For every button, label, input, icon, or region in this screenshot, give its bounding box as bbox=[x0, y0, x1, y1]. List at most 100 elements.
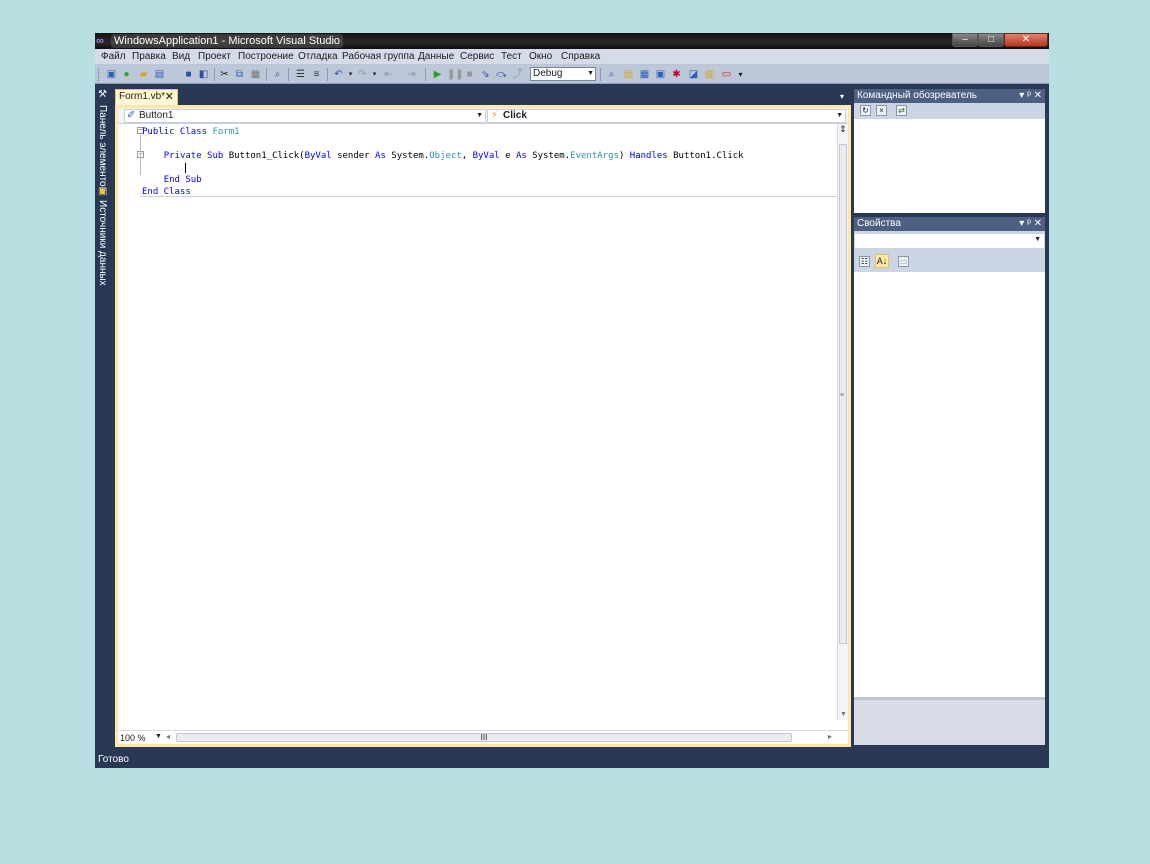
close-tab-icon[interactable]: ✕ bbox=[165, 90, 174, 104]
menu-project[interactable]: Проект bbox=[198, 50, 231, 64]
uncomment-icon[interactable]: ≡ bbox=[310, 68, 323, 81]
break-all-icon[interactable]: ❚❚ bbox=[447, 68, 464, 81]
document-list-dropdown-icon[interactable]: ▾ bbox=[840, 92, 844, 101]
save-icon[interactable]: ■ bbox=[182, 68, 195, 81]
scroll-left-icon[interactable]: ◂ bbox=[166, 732, 170, 741]
class-name-select[interactable]: ✐ Button1 ▼ bbox=[124, 109, 486, 123]
open-file-icon[interactable]: ▰ bbox=[137, 68, 150, 81]
menu-team[interactable]: Рабочая группа bbox=[342, 50, 414, 64]
extension-manager-icon[interactable]: ▭ bbox=[720, 68, 733, 81]
editor-bottom-bar: 100 % ▼ ◂ III ▸ bbox=[118, 730, 848, 744]
menu-data[interactable]: Данные bbox=[418, 50, 454, 64]
code-line-3: Private Sub Button1_Click(ByVal sender A… bbox=[142, 151, 744, 161]
property-pages-icon[interactable]: ▭ bbox=[898, 256, 909, 267]
copy-icon[interactable]: ⧉ bbox=[233, 68, 246, 81]
add-item-icon[interactable]: ● bbox=[120, 68, 133, 81]
panel-controls[interactable]: ▾ ᵖ ✕ bbox=[1019, 217, 1042, 231]
start-debugging-icon[interactable]: ▶ bbox=[431, 68, 444, 81]
solution-explorer-icon[interactable]: ▤ bbox=[622, 68, 635, 81]
solution-configuration-value: Debug bbox=[533, 68, 563, 79]
tab-label: Form1.vb* bbox=[119, 91, 166, 102]
keyword: ByVal bbox=[472, 151, 500, 161]
zoom-dropdown-icon[interactable]: ▼ bbox=[155, 733, 162, 740]
save-all-icon[interactable]: ◧ bbox=[197, 68, 210, 81]
connect-to-server-icon[interactable]: ⇄ bbox=[896, 105, 907, 116]
method-name-select[interactable]: ⚡ Click ▼ bbox=[487, 109, 846, 123]
menu-build[interactable]: Построение bbox=[238, 50, 294, 64]
maximize-button[interactable]: □ bbox=[978, 33, 1004, 47]
toolbar-separator bbox=[425, 68, 426, 81]
toolbar-overflow-icon[interactable]: ▾ bbox=[734, 68, 747, 81]
menu-test[interactable]: Тест bbox=[501, 50, 522, 64]
data-sources-tab[interactable]: Источники данных bbox=[97, 200, 108, 286]
step-out-icon[interactable]: ⤴ bbox=[511, 68, 524, 81]
menu-window[interactable]: Окно bbox=[529, 50, 552, 64]
step-into-icon[interactable]: ⇘ bbox=[479, 68, 492, 81]
menu-edit[interactable]: Правка bbox=[132, 50, 166, 64]
vertical-scrollbar[interactable]: ⇕ ≡ ▼ bbox=[837, 124, 848, 720]
properties-window-icon[interactable]: ▦ bbox=[638, 68, 651, 81]
properties-object-select[interactable]: ▼ bbox=[854, 233, 1045, 249]
chevron-down-icon: ▼ bbox=[1034, 236, 1041, 243]
horizontal-scroll-thumb[interactable]: III bbox=[176, 733, 792, 742]
find-icon[interactable]: ⌕ bbox=[271, 68, 284, 81]
alphabetical-icon[interactable]: A↓ bbox=[875, 254, 889, 268]
minimize-button[interactable]: – bbox=[952, 33, 978, 47]
standard-toolbar: ▣ ● ▰ ▤ ■ ◧ ✂ ⧉ ▦ ⌕ ☰ ≡ ↶ ▾ ↷ ▾ ⇤ ⇥ ▶ ❚❚… bbox=[95, 65, 1049, 84]
command-window-icon[interactable]: ▥ bbox=[703, 68, 716, 81]
find-in-files-icon[interactable]: ⌕ bbox=[605, 68, 618, 81]
menu-view[interactable]: Вид bbox=[172, 50, 190, 64]
tab-form1-vb[interactable]: Form1.vb* ✕ bbox=[115, 89, 178, 105]
object-browser-icon[interactable]: ▣ bbox=[654, 68, 667, 81]
navigate-backward-icon[interactable]: ⇤ bbox=[382, 68, 395, 81]
title-bar: ∞ WindowsApplication1 - Microsoft Visual… bbox=[95, 33, 1049, 49]
scroll-down-icon[interactable]: ▼ bbox=[840, 711, 847, 718]
stop-icon[interactable]: × bbox=[876, 105, 887, 116]
stop-debugging-icon[interactable]: ■ bbox=[463, 68, 476, 81]
properties-grid[interactable] bbox=[854, 272, 1045, 697]
step-over-icon[interactable]: ⤼ bbox=[495, 68, 508, 81]
properties-toolbar: ☷ A↓ ▭ bbox=[854, 252, 1045, 272]
comment-icon[interactable]: ☰ bbox=[294, 68, 307, 81]
visual-studio-logo-icon: ∞ bbox=[96, 35, 104, 47]
identifier: System. bbox=[526, 151, 571, 161]
chevron-down-icon: ▼ bbox=[476, 112, 483, 119]
scroll-right-icon[interactable]: ▸ bbox=[828, 732, 832, 741]
cut-icon[interactable]: ✂ bbox=[218, 68, 231, 81]
code-text[interactable]: Public Class Form1 Private Sub Button1_C… bbox=[142, 126, 744, 198]
paste-icon[interactable]: ▦ bbox=[249, 68, 262, 81]
properties-object-area: ▼ bbox=[854, 231, 1045, 252]
zoom-level[interactable]: 100 % bbox=[120, 732, 146, 744]
code-editor[interactable]: ✐ Button1 ▼ ⚡ Click ▼ − − Public Class F… bbox=[118, 108, 848, 744]
outline-line bbox=[140, 135, 141, 175]
refresh-icon[interactable]: ↻ bbox=[860, 105, 871, 116]
properties-title: Свойства bbox=[857, 218, 901, 229]
chevron-down-icon: ▼ bbox=[587, 70, 594, 77]
panel-controls[interactable]: ▾ ᵖ ✕ bbox=[1019, 89, 1042, 103]
toolbar-separator bbox=[600, 68, 601, 81]
toolbar-separator bbox=[327, 68, 328, 81]
redo-dropdown-icon[interactable]: ▾ bbox=[368, 68, 381, 81]
team-explorer-title: Командный обозреватель bbox=[857, 90, 977, 101]
toolbox-icon[interactable]: ✱ bbox=[670, 68, 683, 81]
start-page-icon[interactable]: ◪ bbox=[687, 68, 700, 81]
categorized-icon[interactable]: ☷ bbox=[859, 256, 870, 267]
keyword: As bbox=[375, 151, 386, 161]
close-button[interactable]: ✕ bbox=[1004, 33, 1048, 47]
menu-tools[interactable]: Сервис bbox=[460, 50, 494, 64]
type-name: EventArgs bbox=[570, 151, 619, 161]
menu-help[interactable]: Справка bbox=[561, 50, 600, 64]
toolbar-grip[interactable] bbox=[98, 68, 100, 81]
menu-debug[interactable]: Отладка bbox=[298, 50, 338, 64]
team-explorer-header: Командный обозреватель ▾ ᵖ ✕ bbox=[854, 89, 1045, 103]
menu-file[interactable]: Файл bbox=[101, 50, 126, 64]
new-project-icon[interactable]: ▣ bbox=[105, 68, 118, 81]
navigate-forward-icon[interactable]: ⇥ bbox=[405, 68, 418, 81]
code-end-separator bbox=[140, 196, 840, 197]
split-window-icon[interactable]: ⇕ bbox=[839, 124, 847, 135]
properties-header: Свойства ▾ ᵖ ✕ bbox=[854, 217, 1045, 231]
solution-configuration-select[interactable]: Debug ▼ bbox=[530, 67, 596, 81]
add-new-item-icon[interactable]: ▤ bbox=[153, 68, 166, 81]
chevron-down-icon: ▼ bbox=[836, 112, 843, 119]
toolbox-tab[interactable]: Панель элементов bbox=[97, 105, 108, 192]
